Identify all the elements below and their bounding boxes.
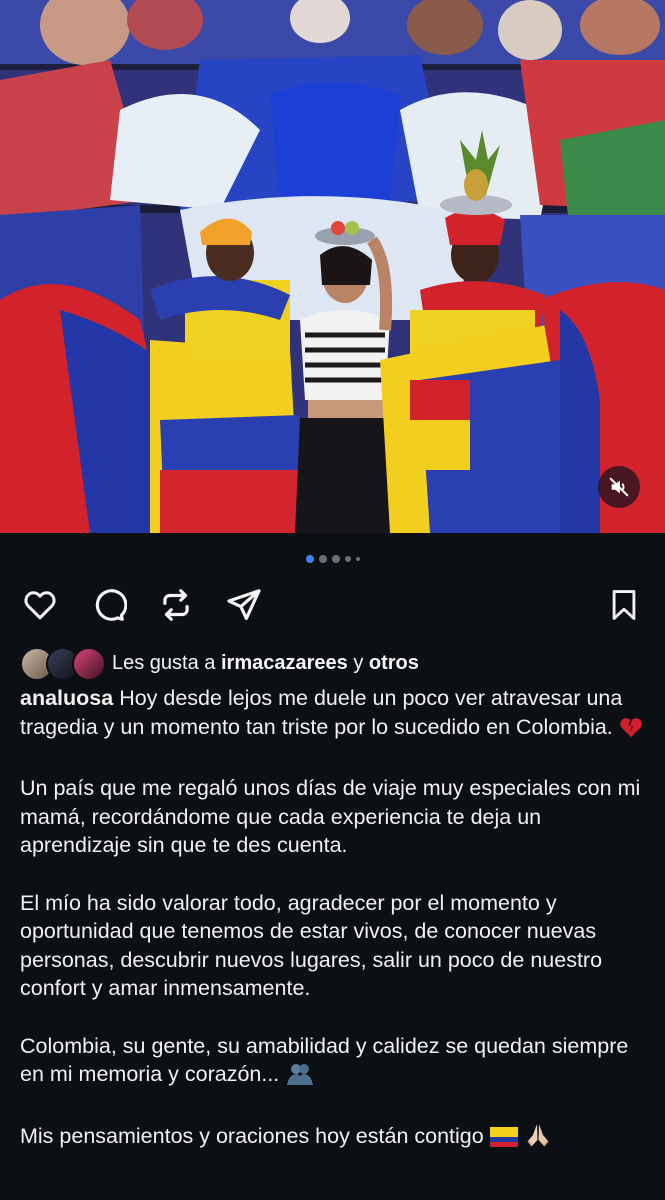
comment-icon (95, 589, 127, 621)
repost-button[interactable] (156, 585, 196, 625)
caption-text: Colombia, su gente, su amabilidad y cali… (20, 1033, 629, 1087)
liker-avatars (20, 646, 106, 681)
share-button[interactable] (224, 585, 264, 625)
hugging-people-emoji (285, 1063, 315, 1093)
broken-heart-emoji (619, 716, 643, 746)
send-icon (227, 589, 261, 621)
avatar (72, 647, 106, 681)
repost-icon (163, 589, 189, 621)
carousel-dot (331, 555, 340, 563)
colombia-flag-emoji (489, 1126, 518, 1155)
likes-summary[interactable]: Les gusta a irmacazarees y otros (20, 646, 419, 681)
caption-paragraph: analuosa Hoy desde lejos me duele un poc… (20, 684, 648, 745)
carousel-dot (355, 557, 360, 561)
caption-paragraph: Mis pensamientos y oraciones hoy están c… (20, 1122, 648, 1155)
caption-username[interactable]: analuosa (20, 686, 113, 710)
post-image (0, 0, 665, 533)
post-action-bar (20, 585, 645, 625)
post-caption: analuosa Hoy desde lejos me duele un poc… (20, 684, 648, 1183)
post-photo[interactable] (0, 0, 665, 533)
carousel-dot (344, 556, 351, 562)
like-button[interactable] (20, 585, 60, 625)
caption-text: Mis pensamientos y oraciones hoy están c… (20, 1123, 484, 1148)
caption-paragraph: Colombia, su gente, su amabilidad y cali… (20, 1032, 648, 1093)
caption-paragraph: El mío ha sido valorar todo, agradecer p… (20, 890, 603, 1001)
liker-username[interactable]: irmacazarees (221, 652, 348, 675)
likes-prefix: Les gusta a (112, 651, 216, 674)
save-button[interactable] (604, 585, 644, 625)
carousel-dot (318, 555, 327, 563)
carousel-indicator (0, 553, 665, 565)
bookmark-icon (612, 590, 636, 620)
heart-icon (24, 591, 56, 620)
likes-connector: y (353, 651, 364, 674)
mute-button[interactable] (598, 466, 640, 508)
likes-others[interactable]: otros (369, 652, 419, 675)
speaker-muted-icon (609, 477, 629, 497)
comment-button[interactable] (88, 585, 128, 625)
carousel-dot-active (305, 555, 314, 563)
caption-paragraph: Un país que me regaló unos días de viaje… (20, 776, 641, 857)
folded-hands-emoji (524, 1123, 552, 1155)
